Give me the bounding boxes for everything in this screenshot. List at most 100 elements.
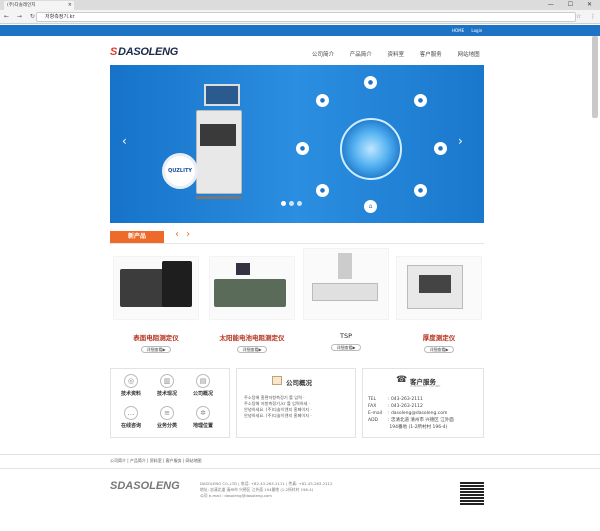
browser-menu-icon[interactable]: ⋮	[590, 10, 596, 24]
quick-link[interactable]: ◎ 技术资料	[118, 374, 144, 397]
quick-link[interactable]: ✲ 地理位置	[190, 406, 216, 429]
contact-key: FAX	[368, 404, 377, 409]
product-detail-button[interactable]: 详细查看▶	[237, 346, 267, 353]
main-nav: 公司简介 产品简介 资料室 客户服务 网站地图	[312, 50, 494, 58]
contact-key: ADD	[368, 418, 379, 423]
quick-link-label: 在线咨询	[120, 423, 141, 429]
product-name: TSP	[339, 332, 353, 340]
machine-monitor	[204, 84, 240, 106]
footer-info-line: 公司 e-mail : dasoleng@dasoleng.com	[200, 493, 272, 498]
product-image	[396, 256, 482, 320]
lock-icon: ●	[364, 76, 377, 89]
quick-link[interactable]: … 在线咨询	[118, 406, 144, 429]
contact-value: : 043-263-2112	[388, 404, 423, 409]
url-field[interactable]: 저항측정기.kr	[36, 12, 576, 22]
section-divider	[110, 243, 484, 244]
network-icon: ●	[414, 184, 427, 197]
logo-mark: S	[110, 46, 118, 58]
login-link[interactable]: Login	[471, 28, 482, 33]
footer-divider	[0, 454, 600, 455]
gear-icon: ●	[316, 184, 329, 197]
browser-tab-bar	[0, 0, 600, 10]
contact-value: : dasoleng@dasoleng.com	[388, 411, 448, 416]
browser-tab[interactable]: (주)다솔레인지 ×	[4, 1, 74, 10]
news-item[interactable]: 안녕하세요. (주)다솔이엔지 홈페이지 ·	[244, 413, 312, 419]
nav-sitemap[interactable]: 网站地图	[458, 52, 480, 58]
product-card[interactable]: 厚度测定仪 详细查看▶	[396, 256, 482, 353]
newspaper-icon	[272, 376, 282, 385]
phone-icon: ☎	[396, 375, 408, 385]
new-products-label: 新产品	[110, 231, 164, 243]
quality-badge: QUZLITY	[162, 153, 198, 189]
product-image	[303, 248, 389, 320]
footer-info: DASOLENG CO.,LTD | 电话: +82-43-263-2111 |…	[200, 481, 332, 499]
gear-icon: ✲	[196, 406, 210, 420]
contact-value: 194番地 (1-2所村村 196-4)	[388, 425, 448, 430]
news-list: 주소탕해 홈편저항측정기 를 입력 · 주소탕해 저항측정기,kr 를 입력하세…	[244, 395, 312, 419]
contact-rows: TEL : 043-263-2111 FAX : 043-263-2112 E-ma…	[368, 396, 454, 431]
close-tab-icon[interactable]: ×	[68, 1, 72, 10]
quick-link[interactable]: ≡ 业务分类	[154, 406, 180, 429]
product-detail-button[interactable]: 详细查看▶	[141, 346, 171, 353]
page-scrollbar[interactable]	[592, 36, 598, 118]
top-links: HOME Login	[452, 25, 488, 36]
company-news-title: 公司概况	[286, 379, 312, 387]
home-icon: ⌂	[364, 200, 377, 213]
nav-company[interactable]: 公司简介	[312, 52, 334, 58]
product-card[interactable]: 表面电阻测定仪 详细查看▶	[113, 256, 199, 353]
product-name: 太阳能电池电阻测定仪	[219, 334, 285, 342]
product-name: 厚度测定仪	[422, 334, 456, 342]
product-detail-button[interactable]: 详细查看▶	[331, 344, 361, 351]
machine-window	[200, 124, 236, 146]
quick-link-label: 技术现况	[156, 391, 177, 397]
footer-links[interactable]: 公司简介 | 产品简介 | 资料室 | 客户服务 | 网站地图	[110, 458, 202, 464]
banner-dot-1[interactable]	[281, 201, 286, 206]
quick-link-label: 公司概况	[192, 391, 213, 397]
quick-link-label: 业务分类	[156, 423, 177, 429]
product-detail-button[interactable]: 详细查看▶	[424, 346, 454, 353]
banner-next-arrow[interactable]: ›	[458, 134, 463, 148]
footer-logo-text: DASOLENG	[117, 480, 180, 492]
quick-link-label: 技术资料	[120, 391, 141, 397]
chat-icon: ●	[414, 94, 427, 107]
product-card[interactable]: TSP 详细查看▶	[303, 248, 389, 351]
qr-code-icon	[460, 481, 484, 505]
globe-icon: ◎	[124, 374, 138, 388]
quick-link[interactable]: ▤ 公司概况	[190, 374, 216, 397]
product-card[interactable]: 太阳能电池电阻测定仪 详细查看▶	[209, 256, 295, 353]
new-products-arrows[interactable]: ‹ ›	[175, 229, 192, 240]
globe-icon	[340, 118, 402, 180]
document-icon: ▤	[196, 374, 210, 388]
logo-text: DASOLENG	[118, 46, 178, 58]
bookmark-star-icon[interactable]: ☆	[576, 10, 581, 24]
target-icon: ●	[434, 142, 447, 155]
banner-dot-2[interactable]	[289, 201, 294, 206]
footer-logo: SDASOLENG	[110, 480, 180, 492]
contact-value: : 043-263-2111	[388, 397, 423, 402]
contact-subtitle: Customer Center	[410, 384, 441, 388]
site-top-bar	[0, 25, 600, 36]
nav-support[interactable]: 客户服务	[420, 52, 442, 58]
contact-key: E-mail	[368, 411, 383, 416]
quick-link[interactable]: ▥ 技术现况	[154, 374, 180, 397]
nav-resources[interactable]: 资料室	[388, 52, 405, 58]
home-link[interactable]: HOME	[452, 28, 464, 33]
window-controls[interactable]: — ☐ ✕	[548, 0, 598, 10]
banner-prev-arrow[interactable]: ‹	[122, 134, 127, 148]
machine-base	[196, 196, 242, 199]
product-image	[113, 256, 199, 320]
footer-divider	[0, 468, 600, 469]
contact-key: TEL	[368, 397, 377, 402]
product-image	[209, 256, 295, 320]
tab-title: (주)다솔레인지	[7, 3, 36, 8]
chart-icon: ▥	[160, 374, 174, 388]
machine-illustration	[196, 110, 242, 194]
contact-value: : 忠清北道 清州市 兴德区 江外面	[388, 418, 454, 423]
banner-dot-3[interactable]	[297, 201, 302, 206]
quick-link-label: 地理位置	[192, 423, 213, 429]
nav-products[interactable]: 产品简介	[350, 52, 372, 58]
list-icon: ≡	[160, 406, 174, 420]
chat-icon: …	[124, 406, 138, 420]
site-logo[interactable]: SDASOLENG	[110, 46, 178, 58]
product-name: 表面电阻测定仪	[133, 334, 179, 342]
